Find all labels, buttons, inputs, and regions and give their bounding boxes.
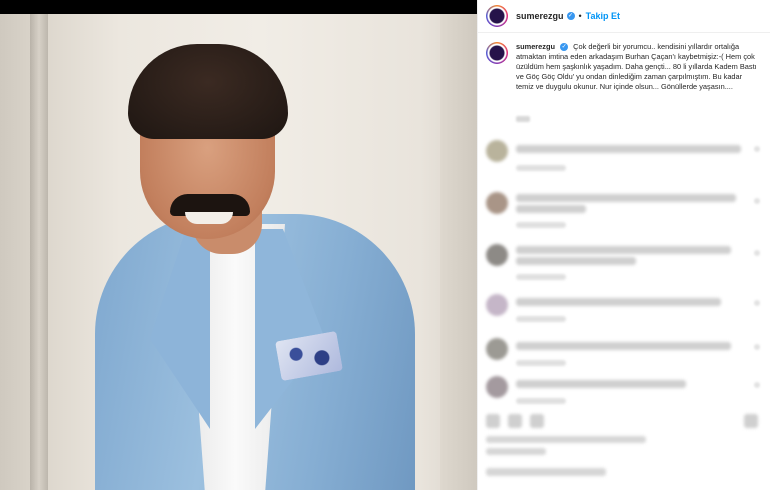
like-heart-icon[interactable] [754,250,760,256]
comment-meta-blurred [516,274,566,280]
smile [185,212,233,224]
caption-time-blurred [516,116,530,122]
comment-avatar[interactable] [486,244,508,266]
comment-item [486,294,766,334]
share-icon[interactable] [530,414,544,428]
comment-text-blurred [516,246,731,254]
comment-meta-blurred [516,316,566,322]
post-side-panel: sumerezgu ✓ • Takip Et sumerezgu ✓ Çok d… [477,0,770,490]
comment-meta-blurred [516,222,566,228]
caption-text-block: sumerezgu ✓ Çok değerli bir yorumcu.. ke… [516,42,761,92]
comment-meta-blurred [516,360,566,366]
caption-author-username[interactable]: sumerezgu [516,42,555,51]
like-heart-icon[interactable] [754,382,760,388]
post-header: sumerezgu ✓ • Takip Et [478,0,770,33]
verified-badge-icon: ✓ [566,12,575,20]
door-frame-left [30,14,48,490]
comment-avatar[interactable] [486,192,508,214]
hair [128,44,288,139]
comment-avatar[interactable] [486,140,508,162]
comment-item [486,244,766,284]
wall-right [440,14,477,490]
author-avatar[interactable] [486,5,508,27]
caption-verified-badge-icon: ✓ [560,43,569,52]
post-caption: sumerezgu ✓ Çok değerli bir yorumcu.. ke… [486,42,766,92]
post-photo[interactable] [0,14,477,490]
post-date-blurred [486,448,546,455]
post-actions-area [486,410,761,490]
comment-icon[interactable] [508,414,522,428]
comment-item [486,140,766,180]
like-heart-icon[interactable] [754,146,760,152]
comment-item [486,338,766,378]
like-icon[interactable] [486,414,500,428]
like-heart-icon[interactable] [754,300,760,306]
comment-avatar[interactable] [486,338,508,360]
like-heart-icon[interactable] [754,198,760,204]
likes-count-blurred [486,436,646,443]
like-heart-icon[interactable] [754,344,760,350]
follow-button[interactable]: Takip Et [586,11,620,21]
comment-text-blurred [516,380,686,388]
caption-author-avatar[interactable] [486,42,508,64]
header-separator: • [578,11,582,21]
comment-text-blurred [516,342,731,350]
comment-text-blurred [516,145,741,153]
comment-meta-blurred [516,398,566,404]
add-comment-input-blurred[interactable] [486,468,606,476]
comment-meta-blurred [516,165,566,171]
save-icon[interactable] [744,414,758,428]
comment-text-blurred [516,298,721,306]
comment-item [486,192,766,232]
comment-text-blurred [516,194,736,202]
comment-avatar[interactable] [486,376,508,398]
comment-text-blurred [516,257,636,265]
comment-avatar[interactable] [486,294,508,316]
author-username[interactable]: sumerezgu [516,11,564,21]
comment-text-blurred [516,205,586,213]
